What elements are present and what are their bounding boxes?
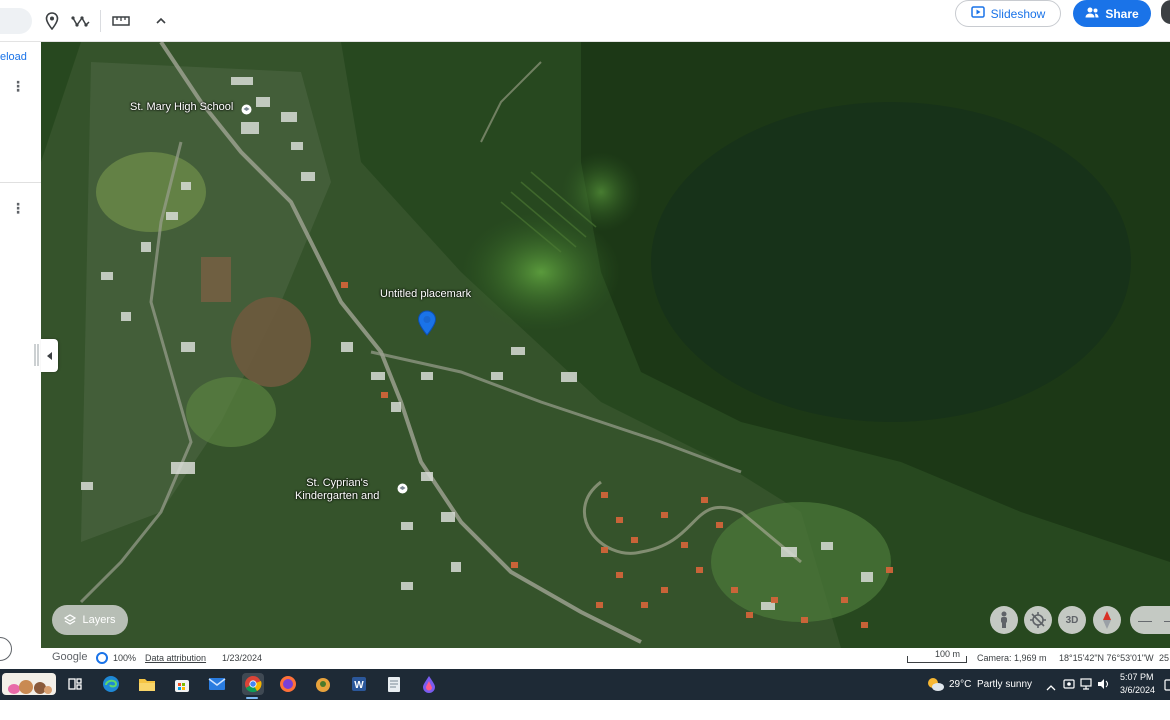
scale-bar (907, 656, 967, 663)
tilt-toggle-button[interactable] (1024, 606, 1052, 634)
kindergarten-label-line2: Kindergarten and (295, 490, 380, 502)
word-icon[interactable]: W (348, 673, 370, 695)
vpn-icon[interactable] (312, 673, 334, 695)
add-people-icon (1085, 7, 1099, 21)
windows-taskbar: W 29°C Partly sunny 5:07 PM 3/6/2024 (0, 669, 1170, 700)
opacity-ring-icon[interactable] (96, 652, 108, 664)
show-hidden-icons-icon[interactable] (1046, 679, 1056, 697)
google-logo: Google (52, 651, 88, 663)
weather-condition[interactable]: Partly sunny (977, 679, 1032, 690)
slideshow-icon (970, 6, 985, 21)
camera-altitude: Camera: 1,969 m (977, 653, 1047, 663)
satellite-map[interactable]: St. Mary High School Untitled placemark … (41, 42, 1170, 648)
elevation-partial: 25 (1159, 653, 1170, 663)
chevron-left-icon (46, 351, 52, 360)
svg-text:W: W (354, 680, 364, 691)
notes-icon[interactable] (383, 673, 405, 695)
firefox-icon[interactable] (277, 673, 299, 695)
panel-divider (0, 182, 41, 183)
school-poi-icon[interactable] (241, 102, 252, 120)
imagery-date[interactable]: 1/23/2024 (222, 653, 262, 663)
bottom-strip (0, 700, 1170, 720)
avatar[interactable] (1161, 0, 1170, 24)
zoom-controls: — — (1130, 606, 1170, 634)
weather-temperature[interactable]: 29°C (949, 679, 971, 690)
zoom-out-icon[interactable]: — (1138, 612, 1152, 628)
collapse-panel-button[interactable] (41, 339, 58, 372)
school-label[interactable]: St. Mary High School (130, 101, 233, 113)
share-button[interactable]: Share (1073, 0, 1151, 27)
chevron-up-icon[interactable] (150, 10, 172, 32)
ruler-icon[interactable] (110, 10, 132, 32)
satellite-imagery (41, 42, 1170, 648)
compass-button[interactable] (1093, 606, 1121, 634)
kindergarten-label[interactable]: St. Cyprian's Kindergarten and (295, 477, 379, 503)
3d-toggle-button[interactable]: 3D (1058, 606, 1086, 634)
layers-button[interactable]: Layers (52, 605, 128, 635)
app-window: Slideshow Share eload ⋮ ⋮ St. Mary High … (0, 0, 1170, 720)
paint-icon[interactable] (418, 673, 440, 695)
data-attribution-link[interactable]: Data attribution (145, 653, 206, 663)
street-view-button[interactable] (990, 606, 1018, 634)
no-tilt-icon (1030, 612, 1046, 628)
coordinates: 18°15'42"N 76°53'01"W (1059, 653, 1154, 663)
meet-now-icon[interactable] (1063, 677, 1075, 695)
pegman-icon (1001, 611, 1007, 628)
3d-label: 3D (1065, 614, 1079, 626)
toolbar-separator (100, 10, 101, 32)
share-label: Share (1105, 6, 1139, 21)
task-view-icon[interactable] (64, 673, 86, 695)
reload-link[interactable]: eload (0, 51, 27, 63)
store-icon[interactable] (171, 673, 193, 695)
resize-grip-icon[interactable] (34, 344, 39, 366)
mail-icon[interactable] (206, 673, 228, 695)
notification-icon[interactable] (1164, 678, 1170, 696)
widgets-icon[interactable] (2, 673, 56, 695)
kindergarten-label-line1: St. Cyprian's (306, 477, 369, 489)
edge-icon[interactable] (100, 673, 122, 695)
chrome-icon[interactable] (242, 673, 264, 695)
layers-label: Layers (82, 614, 116, 626)
zoom-in-icon[interactable]: — (1164, 612, 1170, 628)
top-toolbar: Slideshow Share (0, 0, 1170, 42)
path-icon[interactable] (70, 10, 92, 32)
opacity-value[interactable]: 100% (113, 653, 136, 663)
volume-icon[interactable] (1097, 677, 1109, 695)
slideshow-label: Slideshow (990, 6, 1046, 21)
more-options-icon[interactable]: ⋮ (11, 201, 25, 215)
kindergarten-poi-icon[interactable] (397, 481, 408, 499)
layers-icon (64, 614, 77, 625)
network-icon[interactable] (1080, 677, 1092, 695)
placemark-icon[interactable] (41, 10, 63, 32)
slideshow-button[interactable]: Slideshow (955, 0, 1061, 27)
weather-icon[interactable] (925, 675, 945, 698)
more-options-icon[interactable]: ⋮ (11, 79, 25, 93)
placemark-label[interactable]: Untitled placemark (380, 288, 471, 300)
clock-time[interactable]: 5:07 PM (1120, 672, 1154, 682)
clock-date[interactable]: 3/6/2024 (1120, 685, 1155, 695)
active-app-indicator (246, 697, 258, 699)
map-status-bar: Google 100% Data attribution 1/23/2024 1… (41, 648, 1170, 668)
compass-icon (1103, 611, 1111, 629)
placemark-pin-icon[interactable] (417, 310, 437, 336)
search-box[interactable] (0, 8, 32, 34)
file-explorer-icon[interactable] (136, 673, 158, 695)
